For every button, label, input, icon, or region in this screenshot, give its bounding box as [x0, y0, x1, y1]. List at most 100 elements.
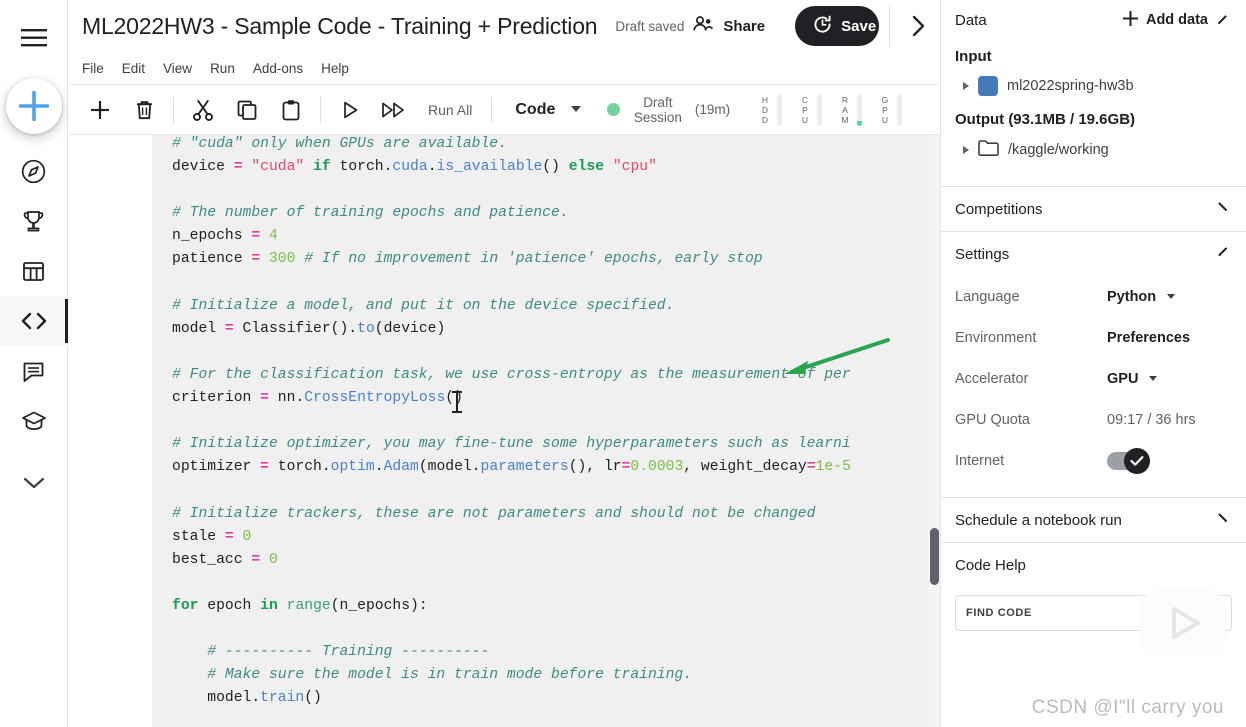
- chevron-up-icon[interactable]: [1218, 245, 1232, 263]
- code-editor[interactable]: # "cuda" only when GPUs are available. de…: [152, 135, 940, 710]
- chevron-down-icon: [570, 106, 581, 113]
- code-token: nn.: [268, 390, 305, 407]
- cell-type-dropdown[interactable]: Code: [499, 101, 581, 119]
- create-icon[interactable]: [5, 78, 62, 134]
- code-token: optim: [330, 459, 375, 476]
- competitions-section-header[interactable]: Competitions: [941, 187, 1246, 231]
- menu-edit[interactable]: Edit: [122, 57, 157, 80]
- code-token: =: [224, 528, 234, 545]
- code-icon[interactable]: [0, 296, 68, 346]
- data-section-collapse-icon[interactable]: [1218, 13, 1232, 27]
- code-token: .: [427, 159, 437, 176]
- add-data-label: Add data: [1145, 12, 1208, 28]
- chevron-down-icon[interactable]: [1218, 200, 1232, 218]
- code-token: (), lr: [568, 459, 622, 476]
- run-all-button[interactable]: Run All: [416, 102, 484, 118]
- share-button[interactable]: Share: [684, 9, 773, 43]
- chevron-down-icon: [1149, 376, 1158, 381]
- session-time: (19m): [694, 102, 731, 117]
- menu-help[interactable]: Help: [321, 57, 361, 80]
- expand-triangle-icon[interactable]: [963, 146, 969, 154]
- schedule-notebook-run-row[interactable]: Schedule a notebook run: [941, 498, 1246, 542]
- meter-gpu[interactable]: GPU: [878, 93, 903, 126]
- add-data-button[interactable]: Add data: [1122, 10, 1208, 31]
- code-cell[interactable]: # "cuda" only when GPUs are available. de…: [152, 135, 940, 727]
- chevron-down-icon[interactable]: [0, 458, 68, 508]
- input-label: Input: [955, 48, 992, 65]
- notebook-main: ML2022HW3 - Sample Code - Training + Pre…: [68, 0, 940, 727]
- collapse-right-panel-button[interactable]: [889, 5, 940, 47]
- notebook-title[interactable]: ML2022HW3 - Sample Code - Training + Pre…: [82, 13, 598, 40]
- code-token: optimizer: [172, 459, 261, 476]
- code-token: Classifier().: [233, 320, 358, 337]
- menu-icon[interactable]: [0, 16, 68, 60]
- meter-ram[interactable]: RAM: [838, 93, 863, 126]
- code-token: 1e-5: [815, 459, 851, 476]
- code-line: model = Classifier().to(device): [172, 318, 940, 341]
- code-line: # For the classification task, we use cr…: [172, 364, 940, 387]
- save-version-label: Save Version: [841, 17, 879, 35]
- code-token: in: [260, 597, 278, 614]
- save-version-button[interactable]: Save Version 0: [795, 6, 879, 46]
- menu-view[interactable]: View: [163, 57, 204, 80]
- schedule-title: Schedule a notebook run: [955, 511, 1122, 529]
- toolbar-divider: [173, 96, 174, 123]
- run-cell-button[interactable]: [328, 90, 372, 130]
- code-token: =: [260, 390, 269, 407]
- code-token: =: [251, 551, 261, 568]
- resource-meters: HDD CPU RAM GPU: [742, 93, 903, 126]
- trophy-icon[interactable]: [0, 196, 68, 246]
- code-token: model: [172, 320, 225, 337]
- add-cell-button[interactable]: [78, 90, 122, 130]
- code-help-title: Code Help: [955, 556, 1026, 574]
- accelerator-label: Accelerator: [955, 370, 1029, 387]
- code-token: stale: [172, 528, 225, 545]
- expand-triangle-icon[interactable]: [963, 82, 969, 90]
- environment-preferences-link[interactable]: Preferences: [1107, 330, 1190, 346]
- settings-section-header[interactable]: Settings: [941, 232, 1246, 276]
- accelerator-value-dropdown[interactable]: GPU: [1107, 371, 1158, 387]
- run-next-button[interactable]: [372, 90, 416, 130]
- code-token: model.: [172, 690, 261, 707]
- meter-cpu-label: CPU: [801, 94, 809, 125]
- meter-gpu-label: GPU: [881, 94, 889, 125]
- code-token: # Make sure the model is in train mode b…: [172, 667, 693, 684]
- menu-run[interactable]: Run: [210, 57, 247, 80]
- delete-cell-button[interactable]: [122, 90, 166, 130]
- internet-toggle[interactable]: [1107, 447, 1150, 474]
- find-code-label: FIND CODE: [966, 607, 1032, 619]
- code-token: 0: [242, 528, 252, 545]
- input-dataset-row[interactable]: ml2022spring-hw3b: [941, 69, 1246, 103]
- copy-cell-button[interactable]: [225, 90, 269, 130]
- notebook-scrollbar[interactable]: [926, 135, 940, 727]
- table-icon[interactable]: [0, 246, 68, 296]
- meter-ram-fill: [857, 121, 863, 126]
- language-value-dropdown[interactable]: Python: [1107, 288, 1176, 305]
- menu-add-ons[interactable]: Add-ons: [253, 57, 315, 80]
- find-code-input[interactable]: FIND CODE: [955, 595, 1232, 631]
- code-token: # Initialize trackers, these are not par…: [172, 505, 816, 522]
- paste-cell-button[interactable]: [269, 90, 313, 130]
- courses-icon[interactable]: [0, 396, 68, 446]
- compass-icon[interactable]: [0, 146, 68, 196]
- chevron-down-icon[interactable]: [1218, 511, 1232, 529]
- code-help-section-header[interactable]: Code Help: [941, 543, 1246, 587]
- output-folder-row[interactable]: /kaggle/working: [941, 132, 1246, 168]
- code-token: # ---------- Training ----------: [172, 644, 490, 661]
- language-value: Python: [1107, 288, 1157, 305]
- discussion-icon[interactable]: [0, 346, 68, 396]
- notebook-scrollbar-thumb[interactable]: [930, 528, 939, 585]
- notebook-body: # "cuda" only when GPUs are available. de…: [68, 135, 940, 727]
- session-line-2: Session: [633, 109, 682, 125]
- session-line-1: Draft: [643, 94, 673, 110]
- meter-cpu[interactable]: CPU: [798, 93, 823, 126]
- code-token: # "cuda" only when GPUs are available.: [172, 136, 507, 152]
- code-token: else: [568, 159, 605, 176]
- meter-hdd[interactable]: HDD: [758, 93, 783, 126]
- cut-cell-button[interactable]: [181, 90, 225, 130]
- menu-file[interactable]: File: [82, 57, 116, 80]
- people-icon: [692, 15, 714, 37]
- notebook-toolbar: Run All Code Draft Session (19m) HDD C P…: [68, 85, 940, 135]
